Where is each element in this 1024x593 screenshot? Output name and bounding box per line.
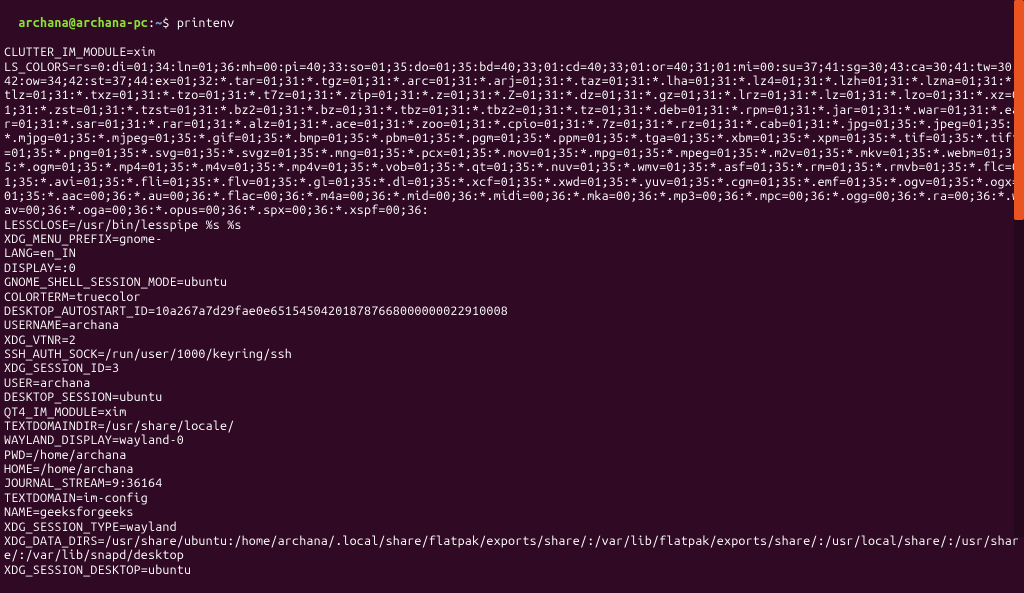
output-line: DESKTOP_SESSION=ubuntu <box>4 390 1020 404</box>
output-line: SSH_AUTH_SOCK=/run/user/1000/keyring/ssh <box>4 347 1020 361</box>
output-line: CLUTTER_IM_MODULE=xim <box>4 45 1020 59</box>
output-line: LS_COLORS=rs=0:di=01;34:ln=01;36:mh=00:p… <box>4 60 1020 218</box>
output-line: XDG_SESSION_DESKTOP=ubuntu <box>4 563 1020 577</box>
output-line: TEXTDOMAIN=im-config <box>4 491 1020 505</box>
output-line: QT4_IM_MODULE=xim <box>4 405 1020 419</box>
prompt-dollar: $ <box>162 16 176 30</box>
output-line: TEXTDOMAINDIR=/usr/share/locale/ <box>4 419 1020 433</box>
output-line: PWD=/home/archana <box>4 448 1020 462</box>
command-text: printenv <box>177 16 235 30</box>
output-line: XDG_SESSION_ID=3 <box>4 361 1020 375</box>
output-line: XDG_DATA_DIRS=/usr/share/ubuntu:/home/ar… <box>4 534 1020 563</box>
prompt-user-host: archana@archana-pc <box>18 16 148 30</box>
output-line: DISPLAY=:0 <box>4 261 1020 275</box>
output-line: USER=archana <box>4 376 1020 390</box>
terminal-output[interactable]: archana@archana-pc:~$ printenv CLUTTER_I… <box>0 0 1024 593</box>
output-line: HOME=/home/archana <box>4 462 1020 476</box>
output-container: CLUTTER_IM_MODULE=ximLS_COLORS=rs=0:di=0… <box>4 45 1020 577</box>
output-line: COLORTERM=truecolor <box>4 290 1020 304</box>
output-line: XDG_SESSION_TYPE=wayland <box>4 520 1020 534</box>
scrollbar-thumb[interactable] <box>1014 0 1024 220</box>
output-line: XDG_MENU_PREFIX=gnome- <box>4 232 1020 246</box>
output-line: LANG=en_IN <box>4 246 1020 260</box>
output-line: XDG_VTNR=2 <box>4 333 1020 347</box>
output-line: JOURNAL_STREAM=9:36164 <box>4 476 1020 490</box>
output-line: LESSCLOSE=/usr/bin/lesspipe %s %s <box>4 218 1020 232</box>
output-line: DESKTOP_AUTOSTART_ID=10a267a7d29fae0e651… <box>4 304 1020 318</box>
output-line: USERNAME=archana <box>4 318 1020 332</box>
output-line: GNOME_SHELL_SESSION_MODE=ubuntu <box>4 275 1020 289</box>
output-line: WAYLAND_DISPLAY=wayland-0 <box>4 433 1020 447</box>
output-line: NAME=geeksforgeeks <box>4 505 1020 519</box>
scrollbar[interactable] <box>1014 0 1024 537</box>
